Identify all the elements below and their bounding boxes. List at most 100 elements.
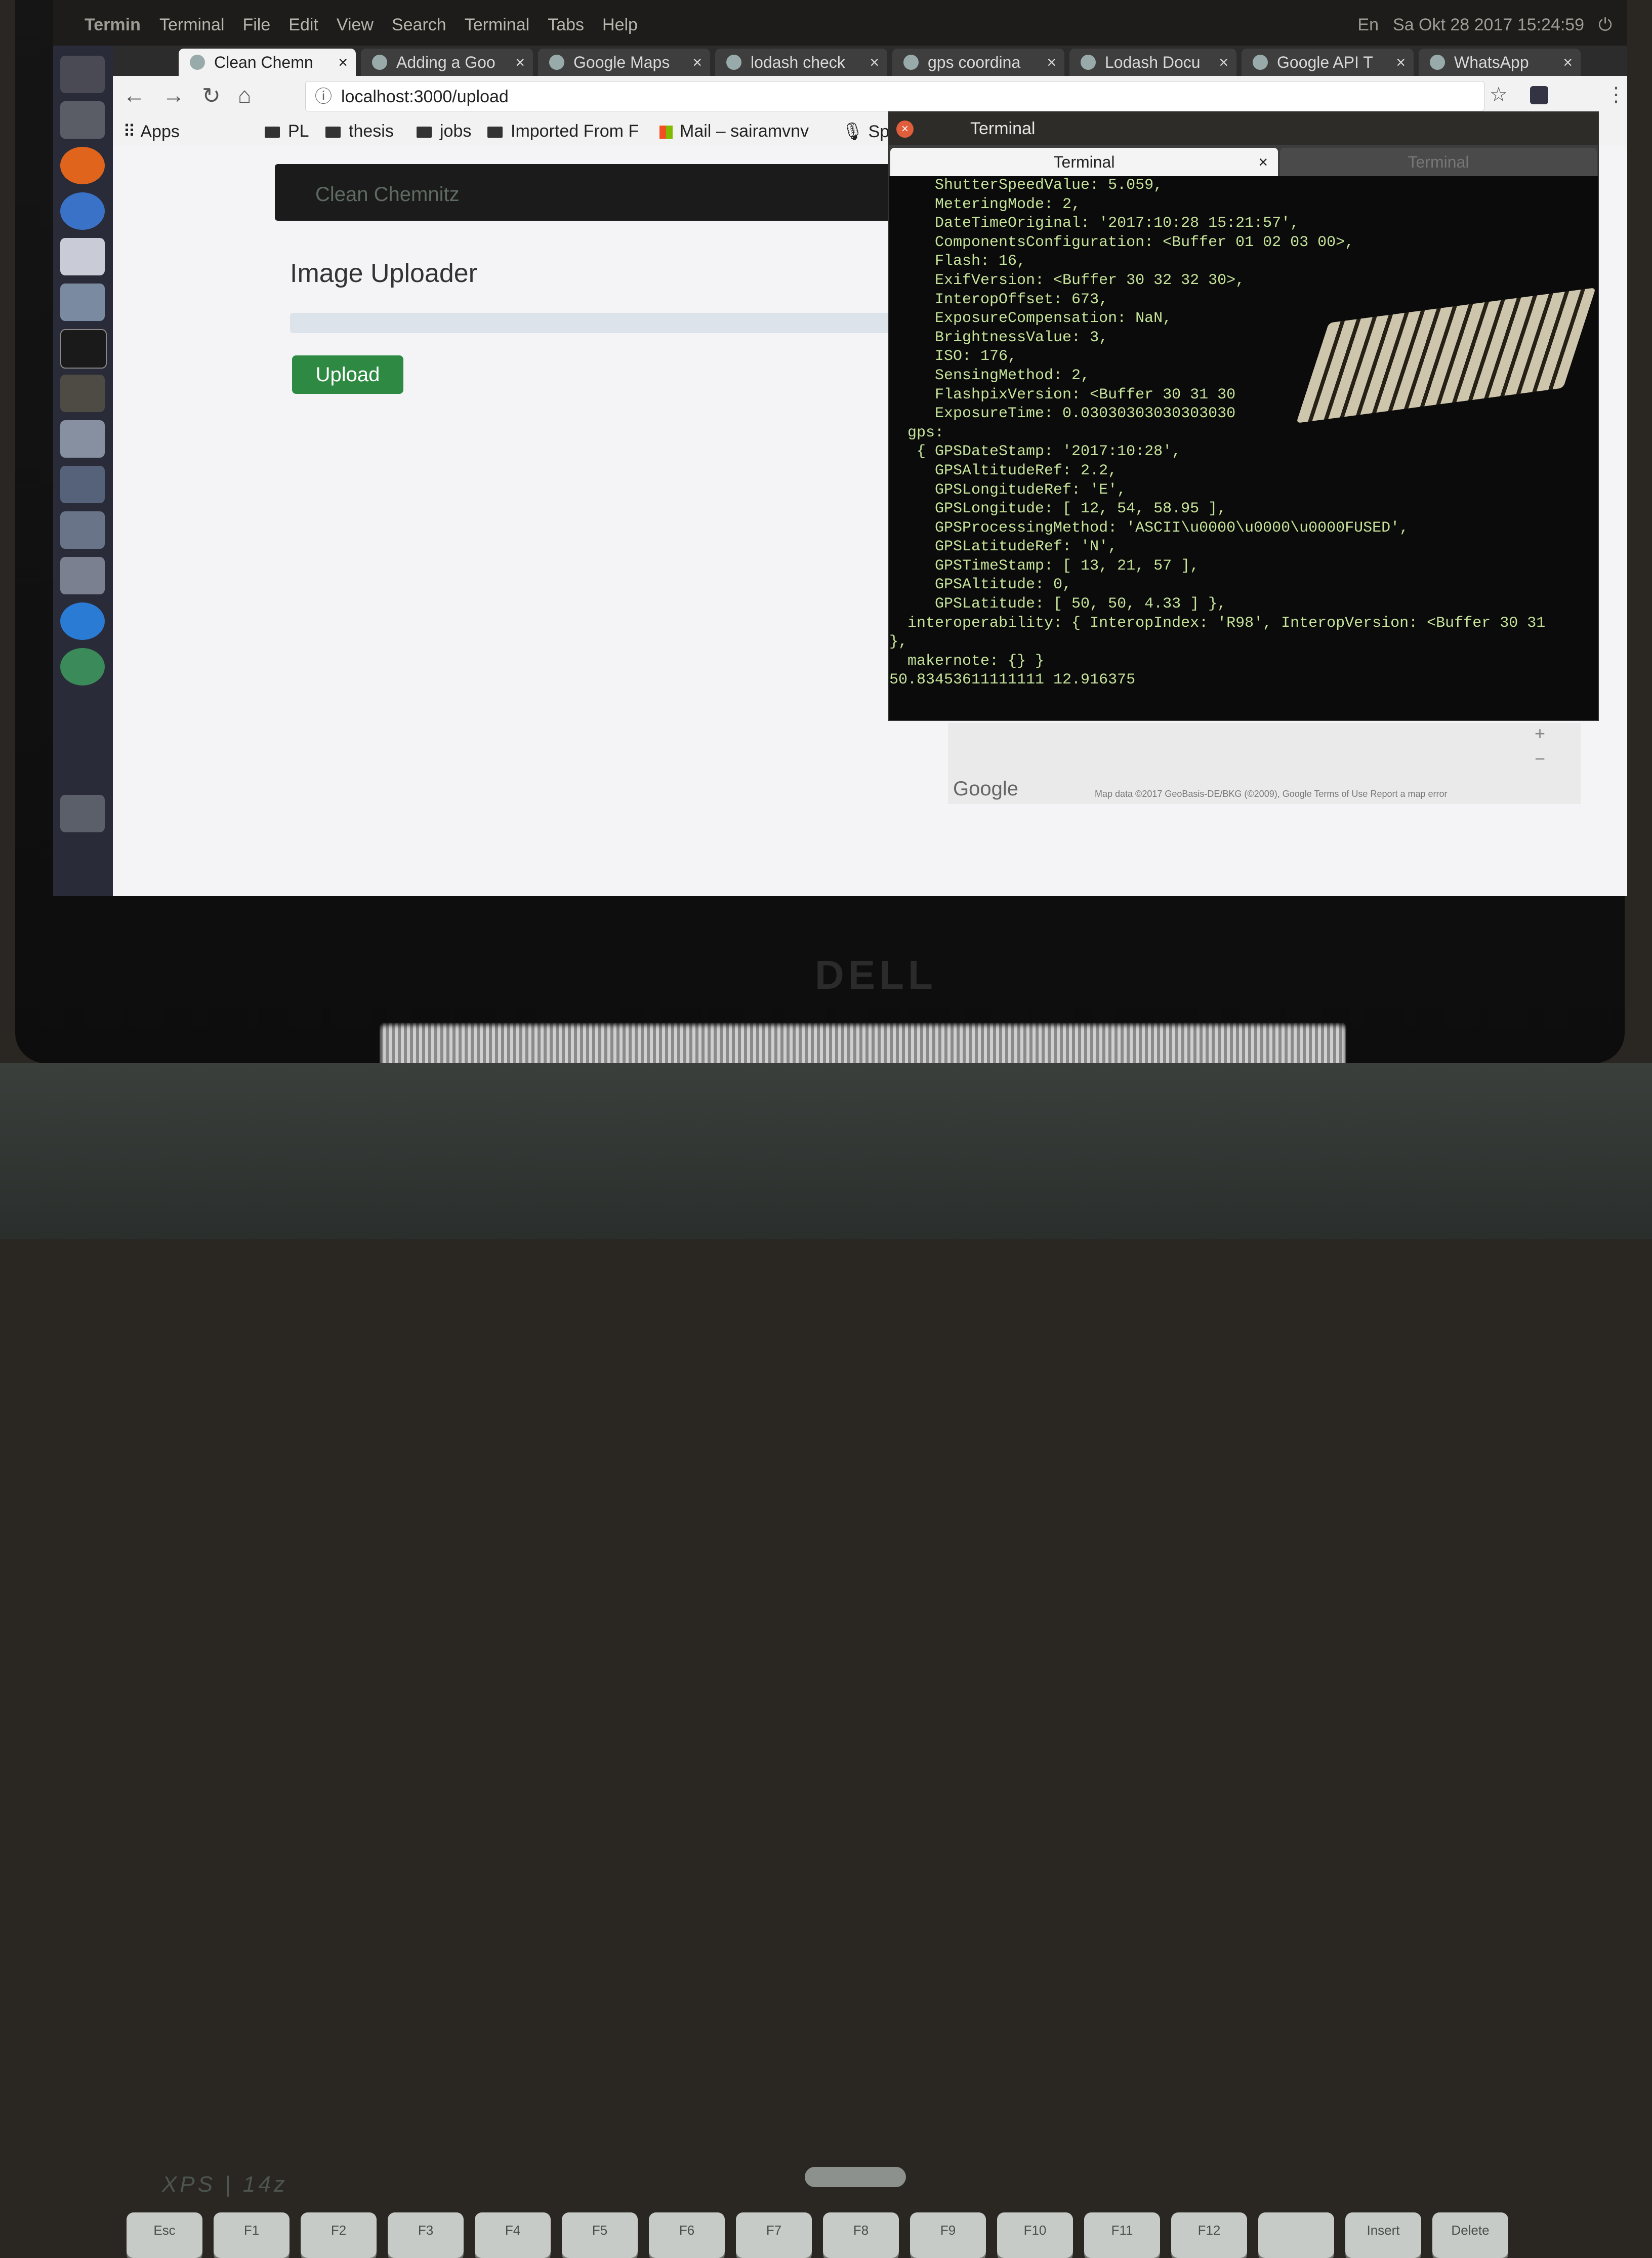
site-brand[interactable]: Clean Chemnitz	[315, 183, 460, 206]
tab-google-maps[interactable]: Google Maps ×	[538, 49, 710, 76]
close-icon[interactable]: ×	[1047, 49, 1056, 76]
bookmark-jobs[interactable]: jobs	[417, 122, 471, 141]
favicon-icon	[372, 55, 387, 70]
terminal-tab-2[interactable]: Terminal	[1280, 148, 1597, 176]
close-icon[interactable]: ×	[1396, 49, 1406, 76]
favicon-icon	[1253, 55, 1268, 70]
launcher	[53, 46, 113, 896]
tab-adding-a-google[interactable]: Adding a Goo ×	[361, 49, 533, 76]
menu-file[interactable]: File	[242, 15, 270, 35]
keyboard-layout-indicator[interactable]: En	[1357, 15, 1379, 35]
globe-icon[interactable]	[60, 648, 105, 686]
bookmark-pl[interactable]: PL	[265, 122, 309, 141]
bookmark-apps[interactable]: ⠿ Apps	[123, 122, 180, 142]
power-icon[interactable]: ⏻	[1598, 15, 1612, 35]
tab-lodash-docs[interactable]: Lodash Docu ×	[1069, 49, 1236, 76]
extensions-icon[interactable]	[1530, 86, 1548, 104]
keyboard-key[interactable]: F3	[388, 2212, 464, 2258]
terminal-line: gps:	[889, 424, 944, 441]
close-icon[interactable]: ×	[870, 49, 879, 76]
tab-clean-chemnitz[interactable]: Clean Chemn ×	[179, 49, 356, 76]
bookmark-mail[interactable]: Mail – sairamvnv	[659, 122, 809, 141]
close-icon[interactable]: ×	[338, 49, 348, 76]
terminal-window: × Terminal Terminal × Terminal ShutterSpe…	[888, 111, 1599, 721]
panel-clock[interactable]: Sa Okt 28 2017 15:24:59	[1393, 15, 1584, 35]
keyboard-key[interactable]: F4	[475, 2212, 551, 2258]
close-icon[interactable]: ×	[1563, 49, 1573, 76]
menu-terminal[interactable]: Terminal	[159, 15, 224, 35]
terminal-icon[interactable]	[60, 329, 107, 369]
menu-icon[interactable]: ⋮	[1606, 83, 1626, 106]
home-icon[interactable]: ⌂	[238, 83, 252, 109]
menu-help[interactable]: Help	[602, 15, 638, 35]
keyboard-key[interactable]: F6	[649, 2212, 725, 2258]
keyboard-key[interactable]: F5	[562, 2212, 638, 2258]
folder-icon	[265, 127, 280, 138]
keyboard-key[interactable]: Esc	[127, 2212, 202, 2258]
keyboard-key[interactable]: F11	[1084, 2212, 1160, 2258]
top-panel: Termin Terminal File Edit View Search Te…	[53, 0, 1627, 46]
keyboard-key[interactable]: F7	[736, 2212, 812, 2258]
reload-icon[interactable]: ↻	[202, 83, 221, 109]
files-icon[interactable]	[60, 101, 105, 139]
tab-lodash-check[interactable]: lodash check ×	[715, 49, 887, 76]
cube-icon[interactable]	[60, 557, 105, 594]
upload-button[interactable]: Upload	[292, 355, 403, 394]
tab-whatsapp[interactable]: WhatsApp ×	[1419, 49, 1581, 76]
terminal-tab-1[interactable]: Terminal ×	[890, 148, 1278, 176]
terminal-line: MeteringMode: 2,	[889, 195, 1081, 213]
back-icon[interactable]: ←	[123, 83, 145, 109]
keyboard-key[interactable]: F12	[1171, 2212, 1247, 2258]
close-icon[interactable]: ×	[692, 49, 702, 76]
close-icon[interactable]: ×	[1219, 49, 1228, 76]
app-icon[interactable]	[60, 238, 105, 275]
spreadsheet-icon[interactable]	[60, 284, 105, 321]
browser-toolbar: ← → ↻ ⌂ ⓘ localhost:3000/upload ☆ ⋮	[113, 76, 1627, 117]
keyboard-key[interactable]: F10	[997, 2212, 1073, 2258]
panel-menu: Terminal File Edit View Search Terminal …	[159, 15, 638, 35]
keyboard-key[interactable]: Insert	[1345, 2212, 1421, 2258]
power-button[interactable]	[805, 2167, 906, 2187]
terminal-line: ComponentsConfiguration: <Buffer 01 02 0…	[889, 233, 1354, 251]
dash-icon[interactable]	[60, 56, 105, 93]
menu-edit[interactable]: Edit	[288, 15, 318, 35]
info-icon[interactable]: ⓘ	[315, 82, 332, 112]
zoom-out-icon[interactable]: −	[1535, 748, 1545, 770]
zoom-in-icon[interactable]: +	[1535, 723, 1545, 744]
bookmark-star-icon[interactable]: ☆	[1490, 83, 1508, 106]
trash-icon[interactable]	[60, 795, 105, 832]
close-icon[interactable]: ×	[1258, 148, 1268, 176]
keyboard-key[interactable]: F8	[823, 2212, 899, 2258]
keyboard-key[interactable]: Delete	[1432, 2212, 1508, 2258]
bookmark-imported[interactable]: Imported From F	[487, 122, 639, 141]
tab-gps-coordinates[interactable]: gps coordina ×	[892, 49, 1064, 76]
menu-search[interactable]: Search	[392, 15, 446, 35]
tab-google-api[interactable]: Google API T ×	[1242, 49, 1414, 76]
editor-icon[interactable]	[60, 420, 105, 458]
keyboard-key[interactable]	[1258, 2212, 1334, 2258]
teamviewer-icon[interactable]	[60, 602, 105, 640]
keyboard-key[interactable]: F9	[910, 2212, 986, 2258]
keyboard-key[interactable]: F2	[301, 2212, 377, 2258]
keyboard-key[interactable]: F1	[214, 2212, 290, 2258]
menu-tabs[interactable]: Tabs	[548, 15, 584, 35]
bookmark-thesis[interactable]: thesis	[325, 122, 394, 141]
menu-terminal-2[interactable]: Terminal	[465, 15, 529, 35]
firefox-icon[interactable]	[60, 147, 105, 184]
chrome-icon[interactable]	[60, 192, 105, 230]
panel-app-name: Termin	[85, 15, 141, 34]
terminal-line: GPSLongitudeRef: 'E',	[889, 481, 1127, 499]
menu-view[interactable]: View	[337, 15, 374, 35]
sublime-icon[interactable]	[60, 375, 105, 412]
terminal-output[interactable]: ShutterSpeedValue: 5.059, MeteringMode: …	[889, 176, 1598, 720]
address-bar[interactable]: ⓘ localhost:3000/upload	[305, 81, 1484, 111]
google-map[interactable]: Google Map data ©2017 GeoBasis-DE/BKG (©…	[948, 723, 1581, 804]
url-text: localhost:3000/upload	[341, 87, 509, 106]
close-icon[interactable]: ×	[515, 49, 525, 76]
graph-icon[interactable]	[60, 466, 105, 503]
forward-icon[interactable]: →	[162, 83, 185, 109]
network-icon[interactable]	[60, 511, 105, 549]
upload-progress-bar	[290, 313, 918, 333]
terminal-line: { GPSDateStamp: '2017:10:28',	[889, 443, 1181, 461]
close-icon[interactable]: ×	[896, 120, 914, 138]
